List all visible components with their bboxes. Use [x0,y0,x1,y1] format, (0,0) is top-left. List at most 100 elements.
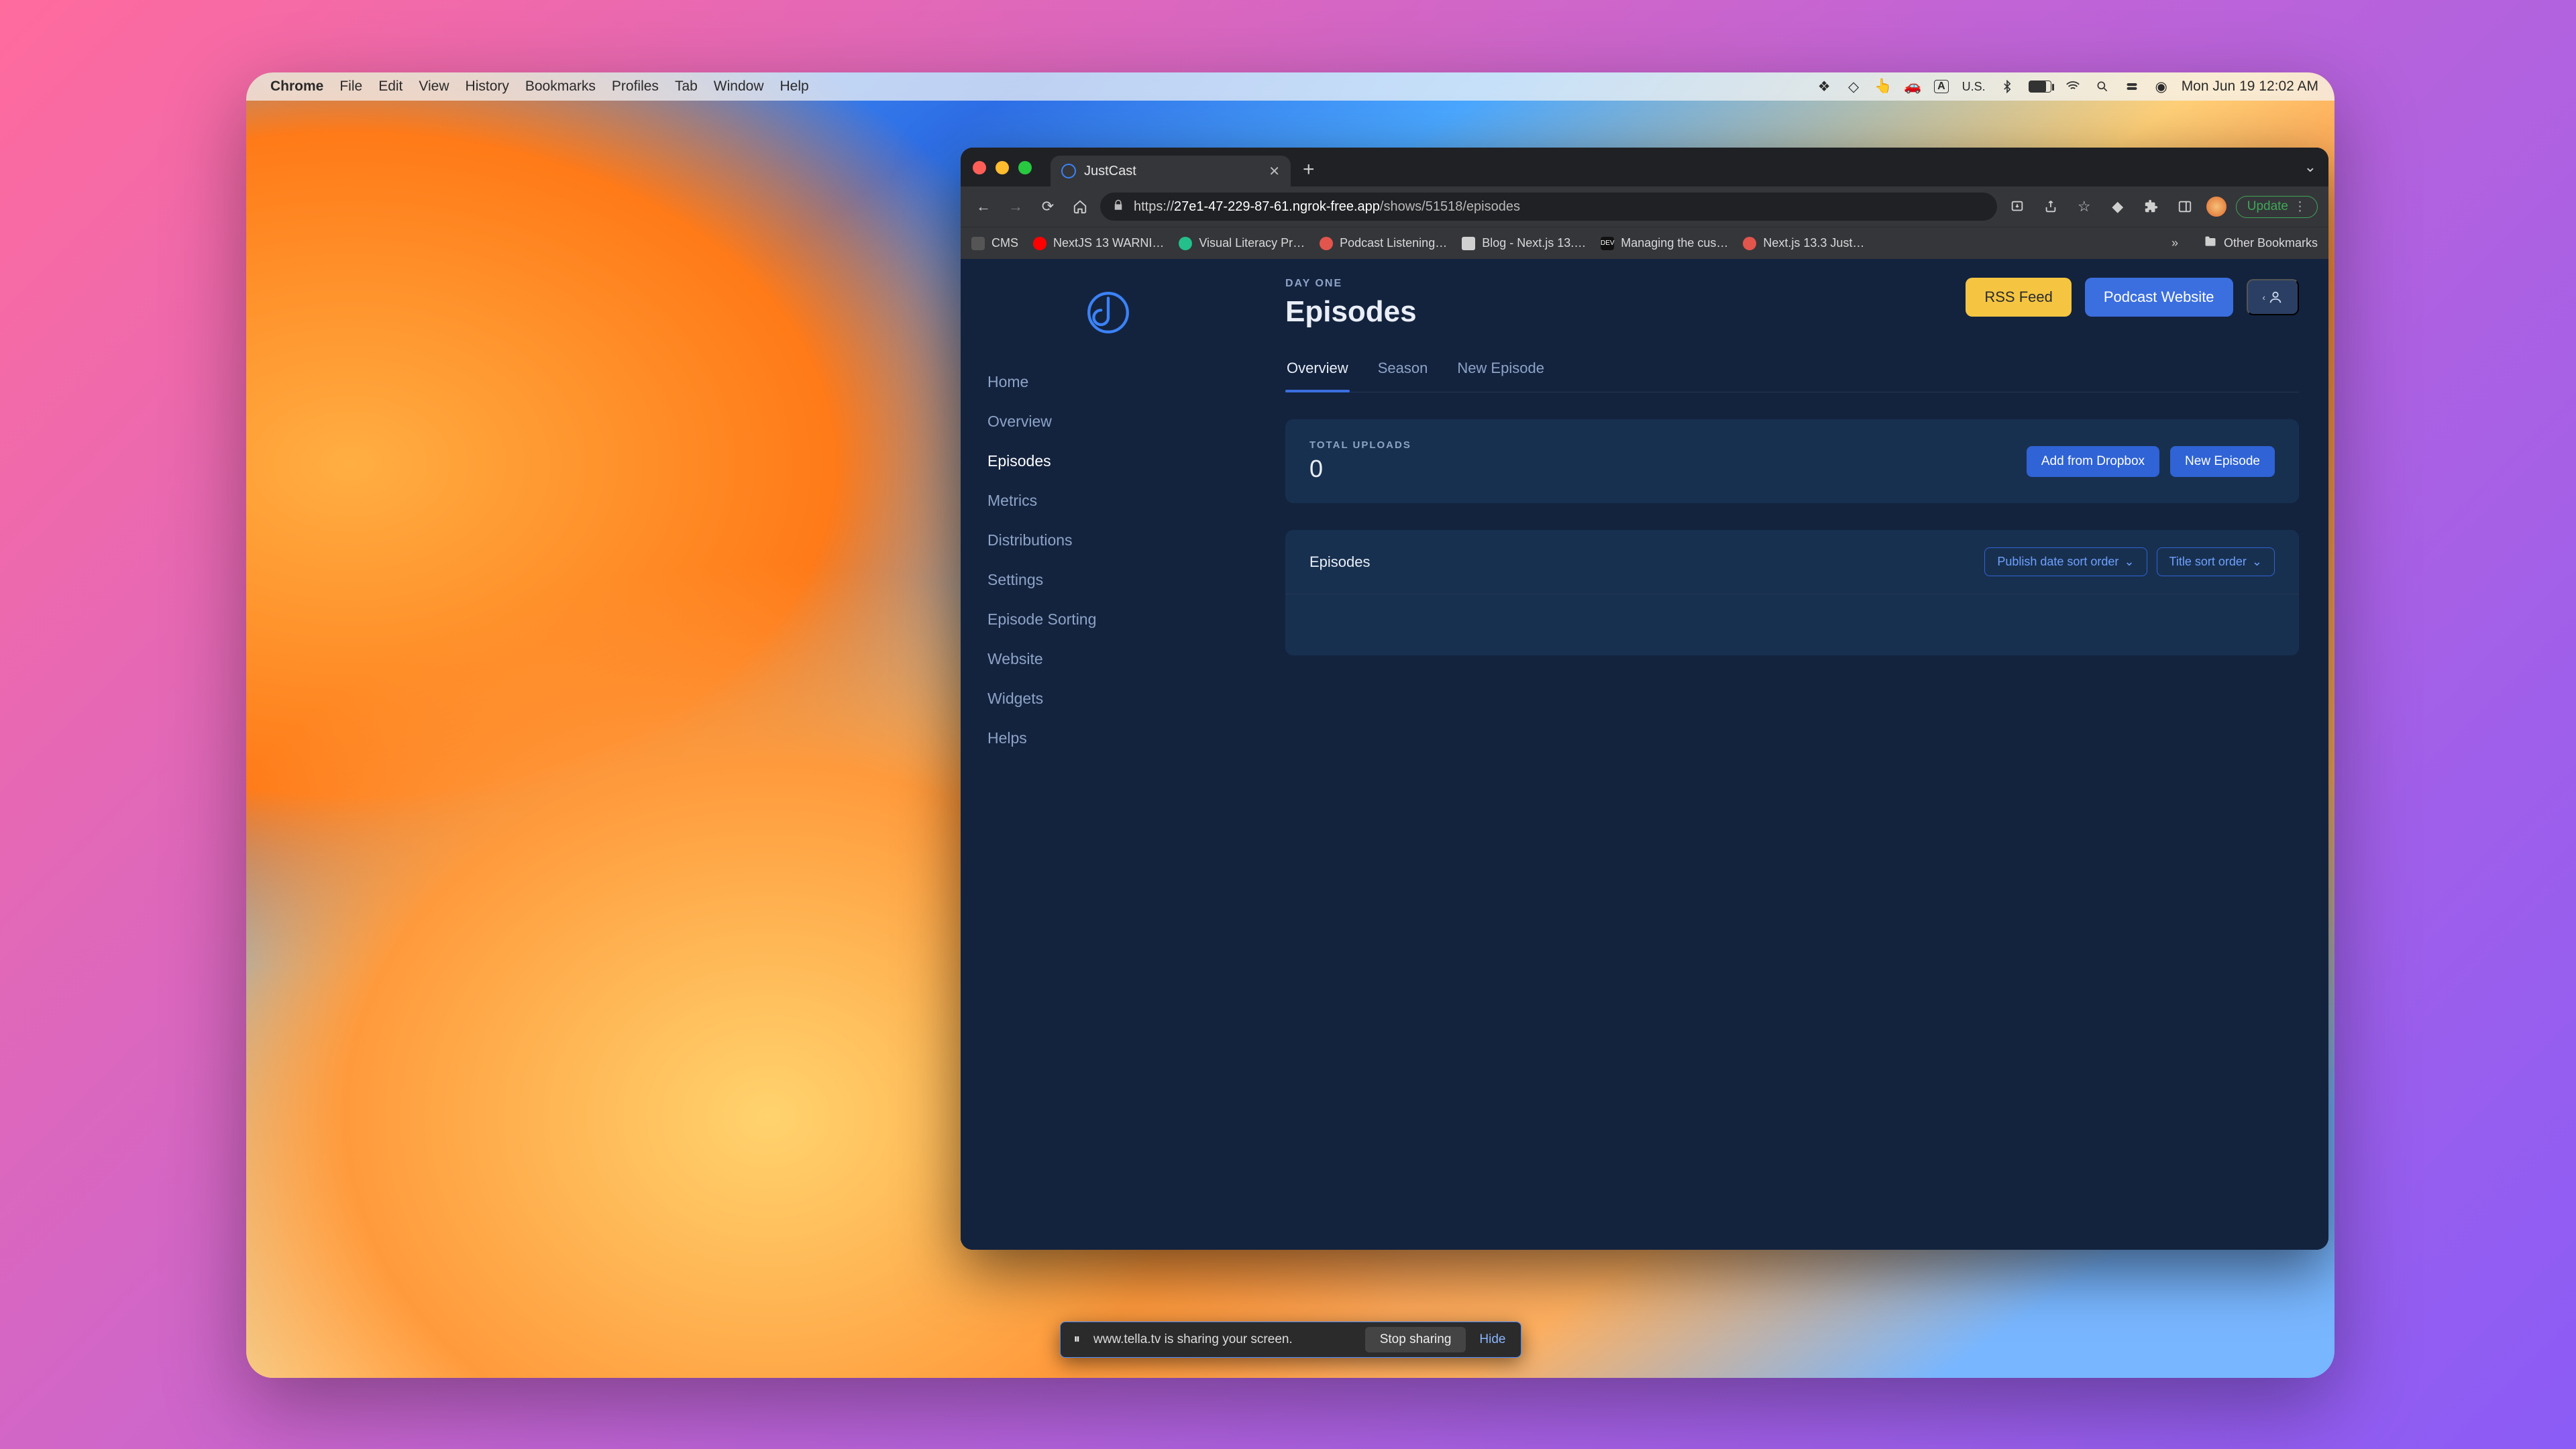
collapse-user-button[interactable]: ‹ [2247,279,2299,315]
url-host: 27e1-47-229-87-61.ngrok-free.app [1174,199,1380,214]
add-from-dropbox-button[interactable]: Add from Dropbox [2027,446,2159,477]
hide-share-bar-button[interactable]: Hide [1479,1332,1505,1347]
tab-overview[interactable]: Overview [1285,350,1350,392]
sidebar-item-episodes[interactable]: Episodes [961,441,1256,481]
menu-history[interactable]: History [466,78,509,95]
sidebar-item-overview[interactable]: Overview [961,402,1256,441]
extension-icon-1[interactable]: ◆ [2106,195,2130,219]
input-source-badge[interactable]: A [1934,80,1949,93]
tab-favicon [1061,164,1076,178]
rss-feed-button[interactable]: RSS Feed [1966,278,2072,317]
bookmarks-overflow-icon[interactable]: » [2171,236,2178,250]
profile-avatar[interactable] [2206,197,2226,217]
bookmark-item[interactable]: Visual Literacy Pr… [1179,236,1305,250]
menu-tab[interactable]: Tab [675,78,698,95]
tab-close-icon[interactable]: ✕ [1269,163,1280,180]
bookmark-item[interactable]: CMS [971,236,1018,250]
chrome-tabstrip: JustCast ✕ + ⌄ [961,148,2328,186]
menu-help[interactable]: Help [780,78,809,95]
menu-bookmarks[interactable]: Bookmarks [525,78,596,95]
app-logo[interactable] [961,288,1256,337]
other-bookmarks-folder[interactable]: Other Bookmarks [2204,235,2318,252]
window-close-button[interactable] [973,161,986,174]
back-button[interactable]: ← [971,195,996,219]
tab-season[interactable]: Season [1377,350,1430,392]
lock-icon [1112,199,1124,215]
new-tab-button[interactable]: + [1291,158,1315,186]
menubar-app-name[interactable]: Chrome [270,78,323,95]
new-episode-button[interactable]: New Episode [2170,446,2275,477]
status-icon-4[interactable]: 🚗 [1904,78,1921,95]
menubar-datetime[interactable]: Mon Jun 19 12:02 AM [2182,78,2318,95]
forward-button[interactable]: → [1004,195,1028,219]
sidebar-item-widgets[interactable]: Widgets [961,679,1256,718]
status-colored-icon[interactable]: ◉ [2153,78,2169,95]
menu-view[interactable]: View [419,78,449,95]
user-icon [2268,290,2283,305]
sidebar-item-home[interactable]: Home [961,362,1256,402]
spotlight-icon[interactable] [2094,78,2110,95]
share-icon[interactable] [2039,195,2063,219]
chrome-window: JustCast ✕ + ⌄ ← → ⟳ https://27e1-47-229… [961,148,2328,1250]
sidebar-item-metrics[interactable]: Metrics [961,481,1256,521]
extensions-puzzle-icon[interactable] [2139,195,2163,219]
sidebar-item-helps[interactable]: Helps [961,718,1256,758]
bookmark-item[interactable]: DEVManaging the cus… [1601,236,1728,250]
sort-title-button[interactable]: Title sort order ⌄ [2157,547,2275,576]
wifi-icon[interactable] [2065,78,2081,95]
url-scheme: https:// [1134,199,1174,214]
status-icon-3[interactable]: 👆 [1875,78,1891,95]
uploads-count: 0 [1309,455,1411,483]
sidebar-item-distributions[interactable]: Distributions [961,521,1256,560]
app-root: Home Overview Episodes Metrics Distribut… [961,259,2328,1250]
bookmark-item[interactable]: Blog - Next.js 13.… [1462,236,1586,250]
tab-list-chevron-icon[interactable]: ⌄ [2304,158,2316,176]
battery-icon[interactable] [2029,80,2051,93]
chrome-toolbar: ← → ⟳ https://27e1-47-229-87-61.ngrok-fr… [961,186,2328,227]
stop-sharing-button[interactable]: Stop sharing [1365,1327,1466,1352]
bookmark-star-icon[interactable]: ☆ [2072,195,2096,219]
status-icon-2[interactable]: ◇ [1845,78,1862,95]
chevron-down-icon: ⌄ [2252,555,2262,569]
url-path: /shows/51518/episodes [1380,199,1520,214]
podcast-website-button[interactable]: Podcast Website [2085,278,2233,317]
sort-publish-date-button[interactable]: Publish date sort order ⌄ [1984,547,2147,576]
menu-edit[interactable]: Edit [378,78,402,95]
window-zoom-button[interactable] [1018,161,1032,174]
menu-window[interactable]: Window [714,78,764,95]
menu-profiles[interactable]: Profiles [612,78,659,95]
other-bookmarks-label: Other Bookmarks [2224,236,2318,250]
bookmark-item[interactable]: Podcast Listening… [1320,236,1447,250]
address-bar[interactable]: https://27e1-47-229-87-61.ngrok-free.app… [1100,193,1997,221]
sidebar-item-website[interactable]: Website [961,639,1256,679]
app-main: DAY ONE Episodes RSS Feed Podcast Websit… [1256,259,2328,1250]
menu-file[interactable]: File [339,78,362,95]
bluetooth-icon[interactable] [1999,78,2015,95]
browser-tab-active[interactable]: JustCast ✕ [1051,156,1291,186]
uploads-label: TOTAL UPLOADS [1309,439,1411,451]
update-button[interactable]: Update ⋮ [2236,196,2318,218]
home-button[interactable] [1068,195,1092,219]
install-app-icon[interactable] [2005,195,2029,219]
bookmark-item[interactable]: NextJS 13 WARNI… [1033,236,1164,250]
macos-desktop: Chrome File Edit View History Bookmarks … [246,72,2334,1378]
episodes-empty-body [1285,594,2299,655]
tab-new-episode[interactable]: New Episode [1456,350,1546,392]
chrome-menu-icon[interactable]: ⋮ [2294,199,2306,215]
url-text: https://27e1-47-229-87-61.ngrok-free.app… [1134,199,1520,215]
episodes-card: Episodes Publish date sort order ⌄ Title… [1285,530,2299,655]
status-icon-1[interactable]: ❖ [1816,78,1832,95]
share-message: www.tella.tv is sharing your screen. [1093,1332,1365,1347]
reload-button[interactable]: ⟳ [1036,195,1060,219]
bookmark-item[interactable]: Next.js 13.3 Just… [1743,236,1864,250]
input-locale[interactable]: U.S. [1962,80,1986,94]
page-title: Episodes [1285,295,1966,329]
pause-icon[interactable]: ⏸ [1061,1332,1094,1347]
control-center-icon[interactable] [2124,78,2140,95]
sidebar-item-episode-sorting[interactable]: Episode Sorting [961,600,1256,639]
window-minimize-button[interactable] [996,161,1009,174]
page-header: DAY ONE Episodes RSS Feed Podcast Websit… [1285,278,2299,329]
sidebar-item-settings[interactable]: Settings [961,560,1256,600]
sidepanel-icon[interactable] [2173,195,2197,219]
episodes-section-title: Episodes [1309,553,1371,571]
